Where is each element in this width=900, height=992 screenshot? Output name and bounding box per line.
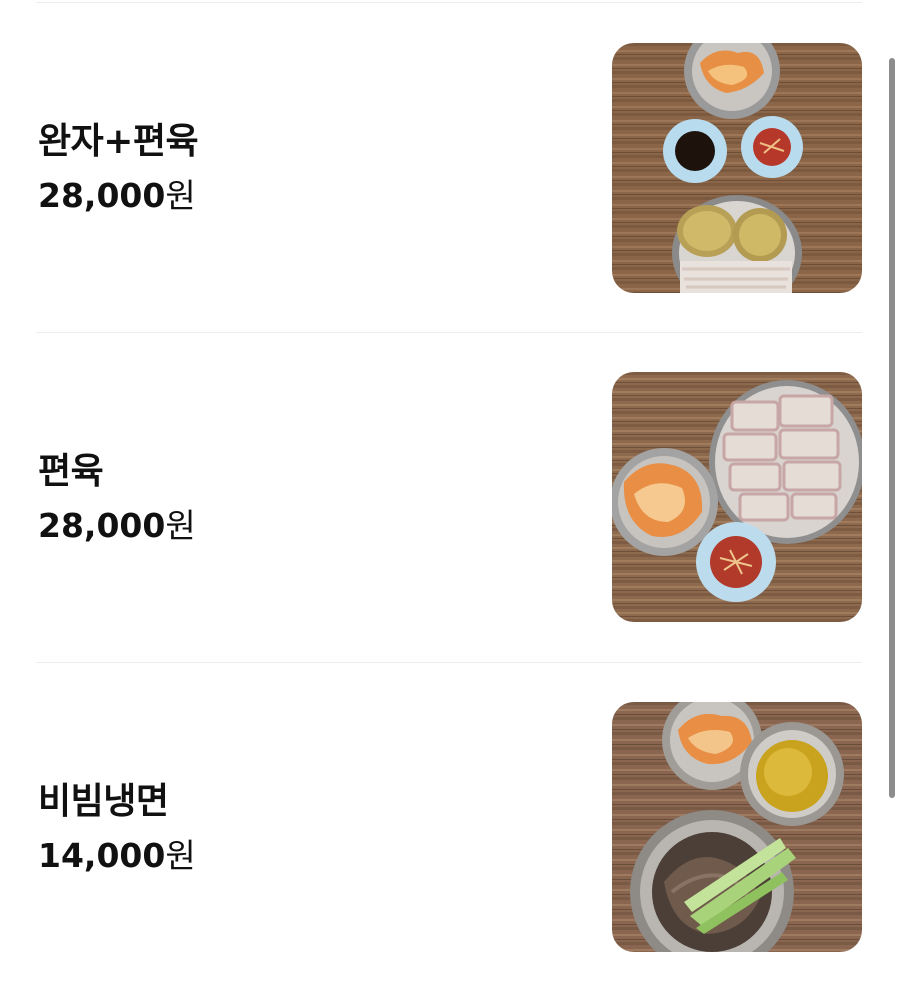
menu-item-name: 완자+편육 [38, 120, 199, 162]
menu-item-text: 비빔냉면 14,000원 [38, 780, 196, 876]
menu-item-name: 편육 [38, 450, 104, 492]
menu-item-bibim-naengmyeon[interactable]: 비빔냉면 14,000원 [36, 662, 862, 992]
price-currency: 원 [165, 835, 196, 875]
price-currency: 원 [165, 505, 196, 545]
wanja-pyeonyuk-photo[interactable] [612, 43, 862, 293]
menu-list: 완자+편육 28,000원 편육 28,000원 비빔냉면 14,000원 [0, 3, 900, 992]
menu-item-pyeonyuk[interactable]: 편육 28,000원 [36, 332, 862, 662]
bibim-naengmyeon-photo[interactable] [612, 702, 862, 952]
price-value: 28,000 [38, 175, 166, 215]
price-value: 28,000 [38, 505, 166, 545]
food-photo-illustration [612, 372, 862, 622]
food-photo-illustration [612, 702, 862, 952]
price-value: 14,000 [38, 835, 166, 875]
menu-item-price: 14,000원 [38, 836, 196, 876]
menu-item-text: 편육 28,000원 [38, 450, 196, 546]
food-photo-illustration [612, 43, 862, 293]
menu-item-price: 28,000원 [38, 176, 198, 216]
menu-item-wanja-pyeonyuk[interactable]: 완자+편육 28,000원 [0, 3, 900, 332]
menu-item-text: 완자+편육 28,000원 [38, 120, 199, 216]
pyeonyuk-photo[interactable] [612, 372, 862, 622]
menu-item-name: 비빔냉면 [38, 780, 169, 822]
price-currency: 원 [165, 175, 196, 215]
menu-item-price: 28,000원 [38, 506, 196, 546]
scrollbar[interactable] [889, 58, 895, 798]
